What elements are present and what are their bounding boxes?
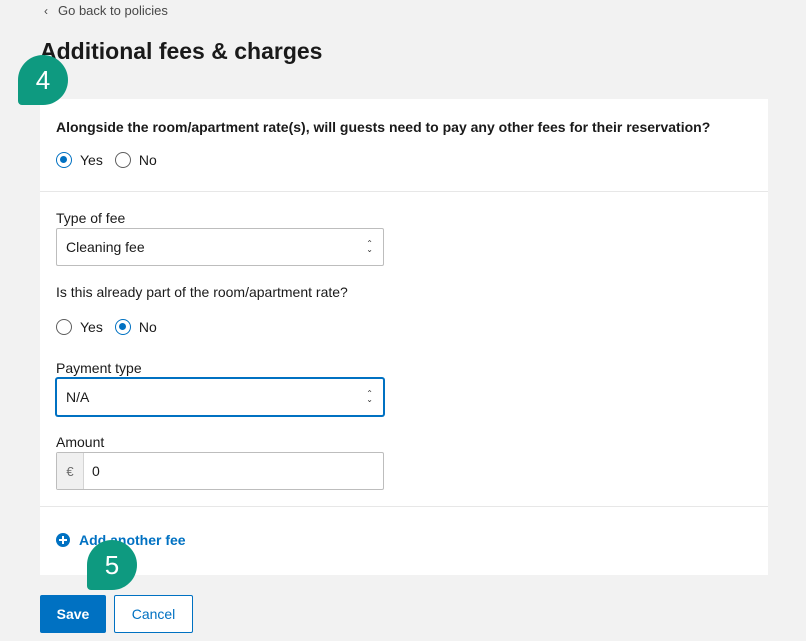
save-button[interactable]: Save (40, 595, 106, 633)
currency-prefix: € (57, 453, 84, 489)
chevron-updown-icon: ⌃ ⌄ (366, 389, 373, 404)
included-no-option[interactable]: No (114, 319, 157, 335)
fees-yes-radio[interactable] (56, 152, 72, 168)
back-link-label: Go back to policies (58, 3, 168, 18)
divider (40, 191, 768, 192)
payment-type-select[interactable]: N/A ⌃ ⌄ (56, 378, 384, 416)
included-yes-option[interactable]: Yes (56, 319, 103, 335)
chevron-left-icon: ‹ (44, 3, 48, 18)
included-no-radio[interactable] (114, 319, 131, 335)
fees-question: Alongside the room/apartment rate(s), wi… (56, 119, 711, 135)
included-no-label: No (138, 319, 157, 335)
page-title: Additional fees & charges (40, 38, 323, 64)
plus-circle-icon (56, 533, 70, 547)
amount-input[interactable]: € 0 (56, 452, 384, 490)
included-question: Is this already part of the room/apartme… (56, 284, 348, 300)
step-marker-4: 4 (18, 55, 68, 105)
payment-type-label: Payment type (56, 360, 142, 376)
fees-no-option[interactable]: No (114, 152, 157, 168)
fees-no-label: No (138, 152, 157, 168)
chevron-updown-icon: ⌃ ⌄ (366, 239, 373, 254)
fees-no-radio[interactable] (114, 152, 131, 168)
included-radio-group: Yes No (56, 319, 169, 335)
fee-type-select[interactable]: Cleaning fee ⌃ ⌄ (56, 228, 384, 266)
fee-type-label: Type of fee (56, 210, 126, 226)
amount-value[interactable]: 0 (84, 453, 100, 489)
fees-yes-label: Yes (80, 152, 103, 168)
included-yes-radio[interactable] (56, 319, 72, 335)
payment-type-value: N/A (66, 389, 90, 405)
fees-card: Alongside the room/apartment rate(s), wi… (40, 99, 768, 575)
divider (40, 506, 768, 507)
included-yes-label: Yes (80, 319, 103, 335)
fees-radio-group: Yes No (56, 152, 169, 168)
amount-label: Amount (56, 434, 105, 450)
back-link[interactable]: ‹ Go back to policies (44, 3, 168, 18)
fee-type-value: Cleaning fee (66, 239, 145, 255)
step-marker-5: 5 (87, 540, 137, 590)
cancel-button[interactable]: Cancel (114, 595, 193, 633)
fees-yes-option[interactable]: Yes (56, 152, 103, 168)
